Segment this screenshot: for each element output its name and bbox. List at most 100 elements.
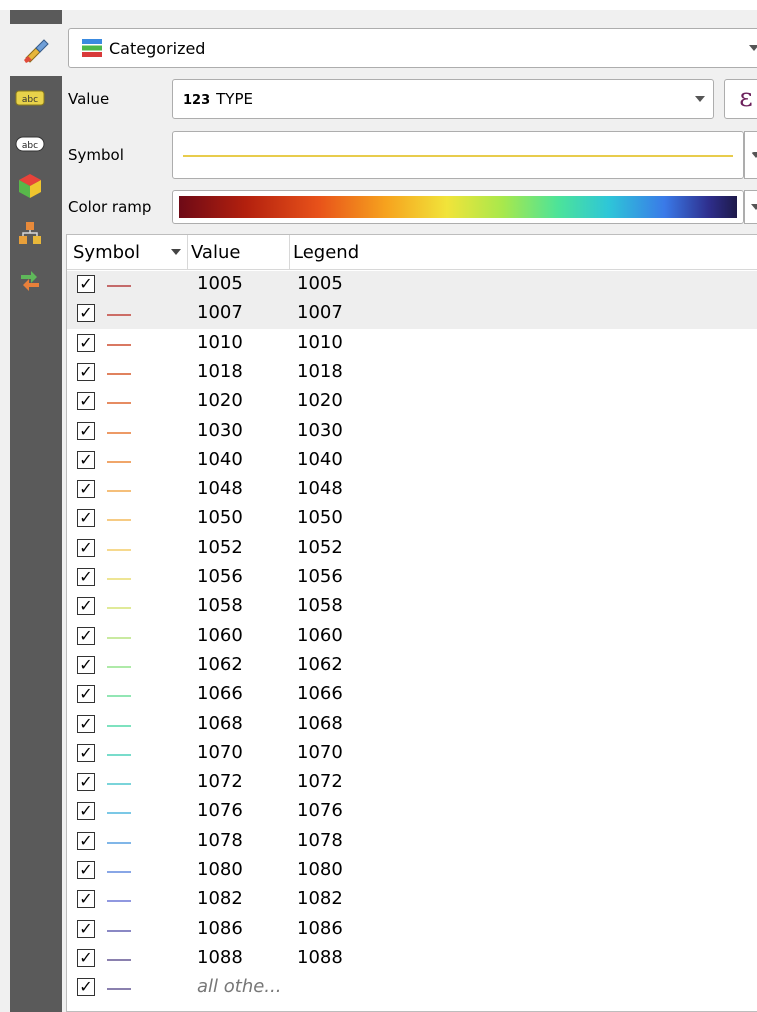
table-row[interactable]: ✓ 1040 1040 bbox=[67, 447, 757, 476]
row-checkbox[interactable]: ✓ bbox=[77, 333, 95, 352]
table-row[interactable]: ✓ 1020 1020 bbox=[67, 388, 757, 417]
row-checkbox[interactable]: ✓ bbox=[77, 597, 95, 616]
label-abc-icon[interactable]: abc bbox=[10, 130, 50, 158]
row-checkbox[interactable]: ✓ bbox=[77, 362, 95, 381]
table-row[interactable]: ✓ 1005 1005 bbox=[67, 271, 757, 300]
line-symbol-swatch[interactable] bbox=[107, 695, 131, 698]
table-row[interactable]: ✓ 1030 1030 bbox=[67, 418, 757, 447]
table-row[interactable]: ✓ 1050 1050 bbox=[67, 505, 757, 534]
line-symbol-swatch[interactable] bbox=[107, 607, 131, 610]
table-row[interactable]: ✓ 1068 1068 bbox=[67, 711, 757, 740]
row-legend: 1030 bbox=[297, 419, 343, 441]
row-checkbox[interactable]: ✓ bbox=[77, 480, 95, 499]
table-row[interactable]: ✓ 1010 1010 bbox=[67, 330, 757, 359]
row-checkbox[interactable]: ✓ bbox=[77, 568, 95, 586]
line-symbol-swatch[interactable] bbox=[107, 929, 131, 932]
line-symbol-swatch[interactable] bbox=[107, 578, 131, 580]
row-checkbox[interactable]: ✓ bbox=[77, 919, 95, 938]
row-checkbox[interactable]: ✓ bbox=[77, 685, 95, 704]
line-symbol-swatch[interactable] bbox=[107, 900, 131, 903]
line-symbol-swatch[interactable] bbox=[107, 753, 131, 756]
row-checkbox[interactable]: ✓ bbox=[77, 392, 95, 411]
table-row[interactable]: ✓ 1058 1058 bbox=[67, 593, 757, 622]
labels-icon[interactable]: abc bbox=[10, 84, 50, 112]
line-symbol-swatch[interactable] bbox=[107, 841, 131, 844]
row-checkbox[interactable]: ✓ bbox=[77, 831, 95, 850]
renderer-combo[interactable]: Categorized bbox=[68, 28, 757, 68]
row-checkbox[interactable]: ✓ bbox=[77, 275, 95, 293]
header-legend[interactable]: Legend bbox=[293, 242, 359, 263]
arrows-icon[interactable] bbox=[10, 266, 50, 294]
line-symbol-swatch[interactable] bbox=[107, 871, 131, 873]
diagram-icon[interactable] bbox=[10, 220, 50, 248]
sort-down-icon bbox=[171, 249, 181, 255]
row-checkbox[interactable]: ✓ bbox=[77, 890, 95, 909]
row-checkbox[interactable]: ✓ bbox=[77, 948, 95, 967]
line-symbol-swatch[interactable] bbox=[107, 431, 131, 434]
row-checkbox[interactable]: ✓ bbox=[77, 861, 95, 879]
table-row[interactable]: ✓ 1078 1078 bbox=[67, 828, 757, 857]
row-checkbox[interactable]: ✓ bbox=[77, 626, 95, 645]
line-symbol-swatch[interactable] bbox=[107, 460, 131, 463]
row-legend: 1078 bbox=[297, 829, 343, 851]
table-row[interactable]: ✓ 1066 1066 bbox=[67, 681, 757, 710]
table-row[interactable]: ✓ 1076 1076 bbox=[67, 798, 757, 827]
table-row[interactable]: ✓ 1052 1052 bbox=[67, 535, 757, 564]
line-symbol-swatch[interactable] bbox=[107, 285, 131, 287]
line-symbol-swatch[interactable] bbox=[107, 314, 131, 317]
line-symbol-swatch[interactable] bbox=[107, 343, 131, 346]
3d-box-icon[interactable] bbox=[10, 172, 50, 200]
table-row[interactable]: ✓ 1072 1072 bbox=[67, 769, 757, 798]
line-symbol-swatch[interactable] bbox=[107, 402, 131, 405]
header-value[interactable]: Value bbox=[191, 242, 240, 263]
line-symbol-swatch[interactable] bbox=[107, 665, 131, 668]
row-checkbox[interactable]: ✓ bbox=[77, 509, 95, 528]
table-row[interactable]: ✓ 1088 1088 bbox=[67, 945, 757, 974]
line-symbol-swatch[interactable] bbox=[107, 783, 131, 786]
line-symbol-swatch[interactable] bbox=[107, 636, 131, 639]
value-field-combo[interactable]: 123 TYPE bbox=[172, 79, 714, 119]
color-ramp-button[interactable] bbox=[172, 190, 744, 224]
table-row[interactable]: ✓ 1056 1056 bbox=[67, 564, 757, 593]
line-symbol-swatch[interactable] bbox=[107, 988, 131, 991]
row-checkbox[interactable]: ✓ bbox=[77, 538, 95, 557]
row-checkbox[interactable]: ✓ bbox=[77, 450, 95, 469]
renderer-label: Categorized bbox=[109, 39, 206, 58]
top-strip bbox=[0, 0, 757, 10]
brush-icon[interactable] bbox=[16, 36, 56, 64]
column-divider bbox=[187, 235, 188, 269]
row-checkbox[interactable]: ✓ bbox=[77, 421, 95, 440]
line-symbol-swatch[interactable] bbox=[107, 490, 131, 493]
table-row[interactable]: ✓ 1018 1018 bbox=[67, 359, 757, 388]
line-symbol-swatch[interactable] bbox=[107, 724, 131, 727]
row-checkbox[interactable]: ✓ bbox=[77, 714, 95, 733]
table-row[interactable]: ✓ 1086 1086 bbox=[67, 916, 757, 945]
table-row[interactable]: ✓ 1070 1070 bbox=[67, 740, 757, 769]
table-row[interactable]: ✓ 1048 1048 bbox=[67, 476, 757, 505]
row-checkbox[interactable]: ✓ bbox=[77, 773, 95, 792]
row-checkbox[interactable]: ✓ bbox=[77, 802, 95, 821]
line-symbol-swatch[interactable] bbox=[107, 372, 131, 375]
table-row[interactable]: ✓ 1007 1007 bbox=[67, 300, 757, 330]
header-symbol[interactable]: Symbol bbox=[73, 242, 140, 263]
row-value: 1078 bbox=[197, 829, 243, 851]
table-row[interactable]: ✓ 1062 1062 bbox=[67, 652, 757, 681]
table-row[interactable]: ✓ all othe... bbox=[67, 974, 757, 1003]
chevron-down-icon bbox=[751, 152, 757, 158]
table-row[interactable]: ✓ 1082 1082 bbox=[67, 886, 757, 915]
expression-button[interactable]: ε bbox=[724, 79, 757, 119]
symbology-panel: Categorized Value 123 TYPE ε Symbol Color… bbox=[62, 10, 757, 1012]
row-checkbox[interactable]: ✓ bbox=[77, 978, 95, 997]
table-row[interactable]: ✓ 1080 1080 bbox=[67, 857, 757, 886]
row-checkbox[interactable]: ✓ bbox=[77, 655, 95, 674]
line-symbol-swatch[interactable] bbox=[107, 548, 131, 551]
symbol-button[interactable] bbox=[172, 131, 744, 179]
line-symbol-swatch[interactable] bbox=[107, 519, 131, 522]
line-symbol-swatch[interactable] bbox=[107, 812, 131, 815]
row-checkbox[interactable]: ✓ bbox=[77, 743, 95, 762]
table-row[interactable]: ✓ 1060 1060 bbox=[67, 623, 757, 652]
color-ramp-dropdown-button[interactable] bbox=[744, 190, 757, 224]
row-checkbox[interactable]: ✓ bbox=[77, 304, 95, 323]
symbol-dropdown-button[interactable] bbox=[744, 131, 757, 179]
line-symbol-swatch[interactable] bbox=[107, 958, 131, 961]
